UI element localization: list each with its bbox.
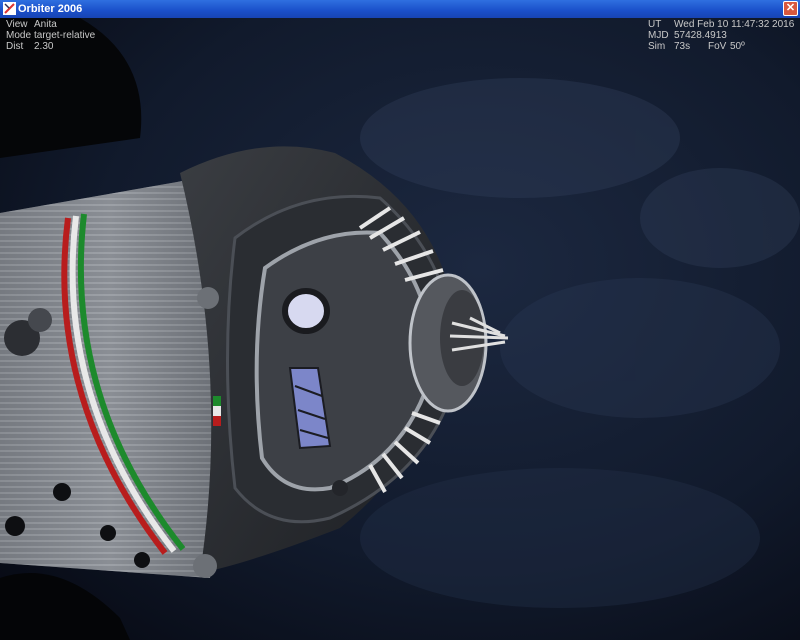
porthole-window xyxy=(282,288,330,334)
render-viewport[interactable]: View Anita Mode target-relative Dist 2.30 U… xyxy=(0,18,800,640)
spacecraft-hull xyxy=(0,178,221,578)
close-button[interactable]: ✕ xyxy=(783,1,798,16)
title-bar[interactable]: Orbiter 2006 ✕ xyxy=(0,0,800,18)
hud-row-mode: Mode target-relative xyxy=(6,30,96,41)
hud-row-view: View Anita xyxy=(6,19,57,30)
orbiter-app-icon xyxy=(3,2,16,15)
window-title: Orbiter 2006 xyxy=(18,3,83,15)
hud-row-mjd: MJD 57428.4913 xyxy=(648,30,727,41)
thruster-pod xyxy=(197,287,219,309)
hud-row-ut: UT Wed Feb 10 11:47:32 2016 xyxy=(648,19,795,30)
hud-row-sim: Sim 73s FoV 50º xyxy=(648,41,745,52)
spacecraft-scene xyxy=(0,18,800,640)
hud-time-info: UT Wed Feb 10 11:47:32 2016 MJD 57428.4913… xyxy=(648,19,794,52)
orbiter-window: Orbiter 2006 ✕ View Anita Mode target-re… xyxy=(0,0,800,640)
hud-camera-info: View Anita Mode target-relative Dist 2.30 xyxy=(6,19,95,52)
hud-row-dist: Dist 2.30 xyxy=(6,41,54,52)
thruster-pod xyxy=(193,554,217,578)
close-icon: ✕ xyxy=(785,2,796,14)
